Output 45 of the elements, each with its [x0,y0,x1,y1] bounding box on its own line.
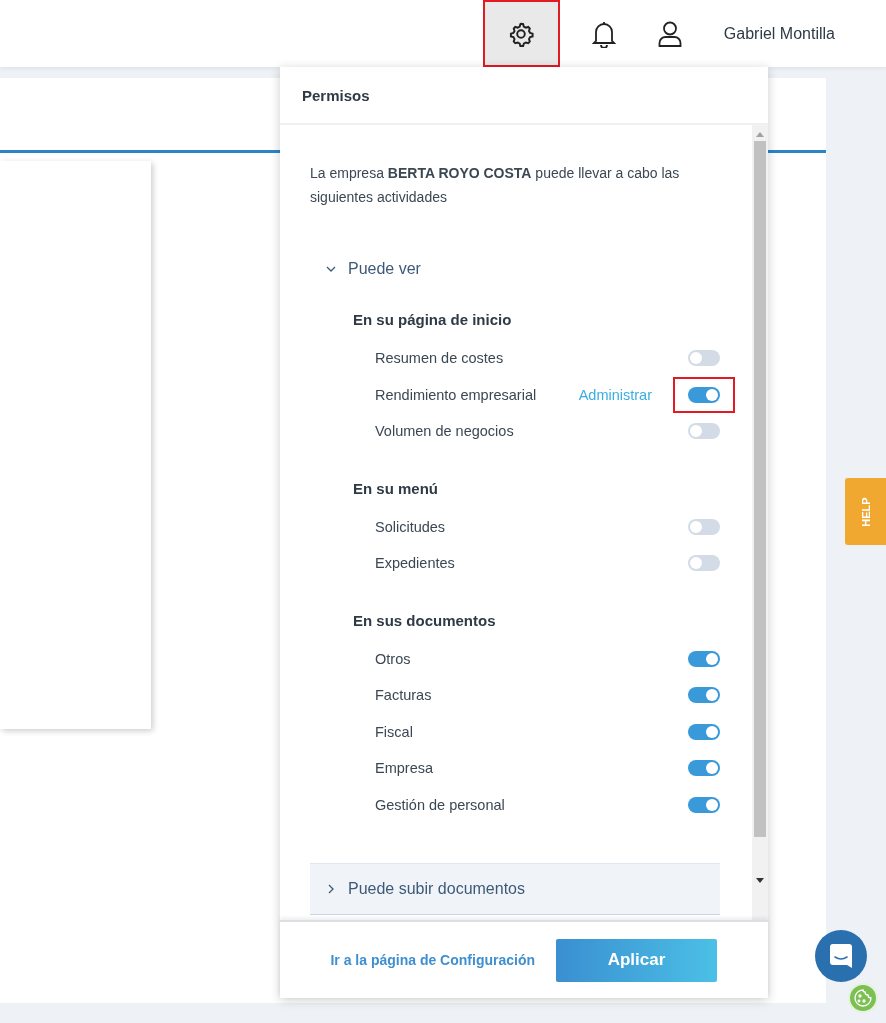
help-tab[interactable]: HELP [845,478,886,545]
permission-label: Gestión de personal [375,796,506,813]
permission-label: Fiscal [375,723,414,740]
toggle-switch[interactable] [688,555,720,572]
user-name: Gabriel Montilla [723,24,835,43]
group-heading: En su página de inicio [353,311,513,328]
permission-label: Volumen de negocios [375,423,515,440]
toggle-switch[interactable] [688,518,720,535]
permission-label: Otros [375,650,412,667]
chevron-icon [326,884,336,894]
toggle-switch[interactable] [688,386,720,403]
scroll-down-icon[interactable] [756,878,764,884]
manage-link[interactable]: Administrar [578,386,652,403]
permission-label: Expedientes [375,555,456,572]
toggle-switch[interactable] [688,796,720,813]
panel-title: Permisos [280,67,768,125]
permission-label: Facturas [375,687,433,704]
section-header[interactable]: Puede subir documentos [310,863,720,915]
toggle-switch[interactable] [688,423,720,440]
settings-icon [508,20,535,47]
permission-label: Empresa [375,760,435,777]
settings-button[interactable] [482,0,560,67]
chevron-icon [326,264,336,274]
cookie-icon [854,989,872,1007]
group-heading: En sus documentos [353,611,497,629]
chat-button[interactable] [815,930,867,982]
group-heading: En su menú [353,479,439,497]
user-icon [657,20,682,47]
chat-icon [829,943,853,969]
permission-label: Rendimiento empresarial [375,386,538,403]
settings-link[interactable]: Ir a la página de Configuración [330,952,535,968]
toggle-switch[interactable] [688,350,720,367]
section-header[interactable]: Puede ver [310,257,720,281]
scrollbar[interactable] [752,125,768,920]
intro-text: La empresa BERTA ROYO COSTA puede llevar a cabo las siguientes actividades [310,164,681,207]
scroll-up-icon[interactable] [756,131,764,137]
toggle-switch[interactable] [688,760,720,777]
cookie-button[interactable] [848,983,878,1013]
permission-label: Resumen de costes [375,350,505,367]
toggle-switch[interactable] [688,650,720,667]
toggle-switch[interactable] [688,687,720,704]
permission-label: Solicitudes [375,518,447,535]
toggle-switch[interactable] [688,723,720,740]
apply-button[interactable]: Aplicar [556,938,717,982]
bell-icon [591,19,616,48]
